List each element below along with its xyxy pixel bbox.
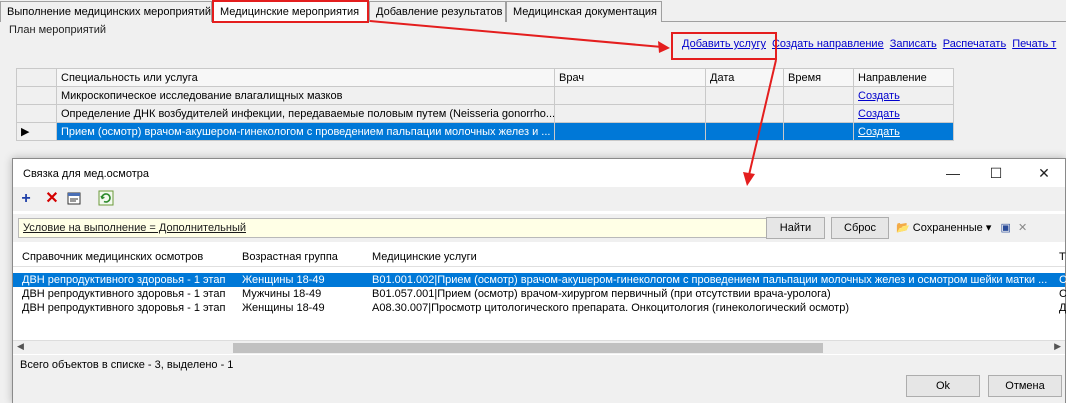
- annotation-box-add-service: [671, 32, 777, 60]
- cell-exam-ref: ДВН репродуктивного здоровья - 1 этап: [22, 274, 226, 286]
- cell-date[interactable]: [705, 86, 784, 105]
- create-direction-link[interactable]: Создать направление: [772, 38, 884, 50]
- cell-doctor[interactable]: [554, 104, 706, 123]
- cell-extra: Д: [1059, 302, 1066, 314]
- reset-button[interactable]: Сброс: [831, 217, 889, 239]
- dialog-footer: Всего объектов в списке - 3, выделено - …: [13, 355, 1065, 403]
- close-icon[interactable]: ✕: [1029, 163, 1059, 183]
- col-service[interactable]: Специальность или услуга: [56, 68, 555, 87]
- filter-condition-link[interactable]: Условие на выполнение = Дополнительный: [23, 222, 246, 234]
- scroll-left-icon[interactable]: ◀: [17, 341, 24, 352]
- cell-extra: С: [1059, 288, 1066, 300]
- cell-time[interactable]: [783, 86, 854, 105]
- row-header[interactable]: [16, 86, 57, 105]
- saved-filters-dropdown[interactable]: 📂 Сохраненные ▾ ▣ ✕: [896, 221, 1027, 234]
- scrollbar-thumb[interactable]: [233, 343, 823, 353]
- cell-date[interactable]: [705, 122, 784, 141]
- col-exam-ref[interactable]: Справочник медицинских осмотров: [22, 251, 203, 263]
- link-dialog: Связка для мед.осмотра — ☐ ✕ + ✕ Условие…: [12, 158, 1066, 403]
- cancel-button[interactable]: Отмена: [988, 375, 1062, 397]
- maximize-icon[interactable]: ☐: [981, 163, 1011, 183]
- cell-medical-service: B01.057.001|Прием (осмотр) врачом-хирург…: [372, 288, 831, 300]
- cell-exam-ref: ДВН репродуктивного здоровья - 1 этап: [22, 288, 226, 300]
- cell-service[interactable]: Микроскопическое исследование влагалищны…: [56, 86, 555, 105]
- col-age-group[interactable]: Возрастная группа: [242, 251, 338, 263]
- col-doctor[interactable]: Врач: [554, 68, 706, 87]
- col-date[interactable]: Дата: [705, 68, 784, 87]
- table-row[interactable]: Определение ДНК возбудителей инфекции, п…: [16, 104, 954, 123]
- plan-group-label: План мероприятий: [9, 24, 106, 36]
- refresh-icon[interactable]: [97, 190, 115, 208]
- cell-service[interactable]: Определение ДНК возбудителей инфекции, п…: [56, 104, 555, 123]
- cell-age-group: Женщины 18-49: [242, 274, 325, 286]
- cell-doctor[interactable]: [554, 86, 706, 105]
- ok-button[interactable]: Ok: [906, 375, 980, 397]
- add-icon[interactable]: +: [17, 190, 35, 208]
- plan-table: Специальность или услуга Врач Дата Время…: [16, 68, 954, 141]
- cell-time[interactable]: [783, 122, 854, 141]
- table-row[interactable]: Микроскопическое исследование влагалищны…: [16, 86, 954, 105]
- minimize-icon[interactable]: —: [938, 163, 968, 183]
- cell-direction: Создать: [853, 86, 954, 105]
- dialog-list-header: Справочник медицинских осмотров Возрастн…: [13, 247, 1066, 267]
- filter-condition-field[interactable]: Условие на выполнение = Дополнительный: [18, 218, 771, 238]
- cell-doctor[interactable]: [554, 122, 706, 141]
- dialog-list: Справочник медицинских осмотров Возрастн…: [13, 247, 1066, 355]
- horizontal-scrollbar[interactable]: ◀ ▶: [13, 340, 1065, 354]
- chevron-down-icon: ▾: [985, 222, 992, 234]
- tab-medical-execution[interactable]: Выполнение медицинских мероприятий: [0, 1, 212, 22]
- cell-extra: С: [1059, 274, 1066, 286]
- row-pointer-icon[interactable]: ▶: [16, 122, 57, 141]
- list-item[interactable]: ДВН репродуктивного здоровья - 1 этап Му…: [13, 287, 1066, 301]
- clear-filter-icon[interactable]: ✕: [1018, 222, 1027, 234]
- cell-exam-ref: ДВН репродуктивного здоровья - 1 этап: [22, 302, 226, 314]
- annotation-arrow-line: [369, 20, 663, 48]
- create-direction-row-link[interactable]: Создать: [858, 90, 900, 102]
- col-extra[interactable]: Т: [1059, 251, 1066, 263]
- status-text: Всего объектов в списке - 3, выделено - …: [20, 359, 234, 371]
- cell-age-group: Мужчины 18-49: [242, 288, 322, 300]
- folder-star-icon: 📂: [896, 222, 910, 234]
- row-header[interactable]: [16, 104, 57, 123]
- save-disk-icon[interactable]: ▣: [1000, 222, 1010, 234]
- dialog-toolbar: + ✕: [13, 187, 1065, 211]
- list-item-selected[interactable]: ДВН репродуктивного здоровья - 1 этап Же…: [13, 273, 1066, 287]
- cell-direction: Создать: [853, 104, 954, 123]
- record-link[interactable]: Записать: [890, 38, 937, 50]
- filter-bar: Условие на выполнение = Дополнительный Н…: [13, 214, 1065, 242]
- print-more-link[interactable]: Печать т: [1012, 38, 1056, 50]
- print-link[interactable]: Распечатать: [943, 38, 1006, 50]
- tab-strip: Выполнение медицинских мероприятий Медиц…: [0, 0, 1066, 23]
- properties-icon[interactable]: [65, 190, 83, 208]
- col-direction[interactable]: Направление: [853, 68, 954, 87]
- scroll-right-icon[interactable]: ▶: [1054, 341, 1061, 352]
- cell-service[interactable]: Прием (осмотр) врачом-акушером-гинеколог…: [56, 122, 555, 141]
- row-header-corner: [16, 68, 57, 87]
- cell-time[interactable]: [783, 104, 854, 123]
- annotation-arrowhead: [658, 41, 670, 53]
- tab-medical-docs[interactable]: Медицинская документация: [506, 1, 662, 22]
- create-direction-row-link[interactable]: Создать: [858, 126, 900, 138]
- col-medical-services[interactable]: Медицинские услуги: [372, 251, 477, 263]
- cell-medical-service: B01.001.002|Прием (осмотр) врачом-акушер…: [372, 274, 1048, 286]
- saved-filters-label: Сохраненные: [912, 222, 983, 234]
- cell-date[interactable]: [705, 104, 784, 123]
- col-time[interactable]: Время: [783, 68, 854, 87]
- dialog-title: Связка для мед.осмотра: [23, 168, 149, 180]
- tab-medical-events[interactable]: Медицинские мероприятия: [212, 0, 369, 23]
- delete-icon[interactable]: ✕: [43, 190, 61, 208]
- cell-medical-service: A08.30.007|Просмотр цитологического преп…: [372, 302, 849, 314]
- create-direction-row-link[interactable]: Создать: [858, 108, 900, 120]
- plan-table-header: Специальность или услуга Врач Дата Время…: [16, 68, 954, 87]
- list-item[interactable]: ДВН репродуктивного здоровья - 1 этап Же…: [13, 301, 1066, 315]
- cell-direction: Создать: [853, 122, 954, 141]
- table-row-selected[interactable]: ▶ Прием (осмотр) врачом-акушером-гинекол…: [16, 122, 954, 141]
- tab-add-results[interactable]: Добавление результатов: [369, 1, 506, 22]
- find-button[interactable]: Найти: [766, 217, 825, 239]
- cell-age-group: Женщины 18-49: [242, 302, 325, 314]
